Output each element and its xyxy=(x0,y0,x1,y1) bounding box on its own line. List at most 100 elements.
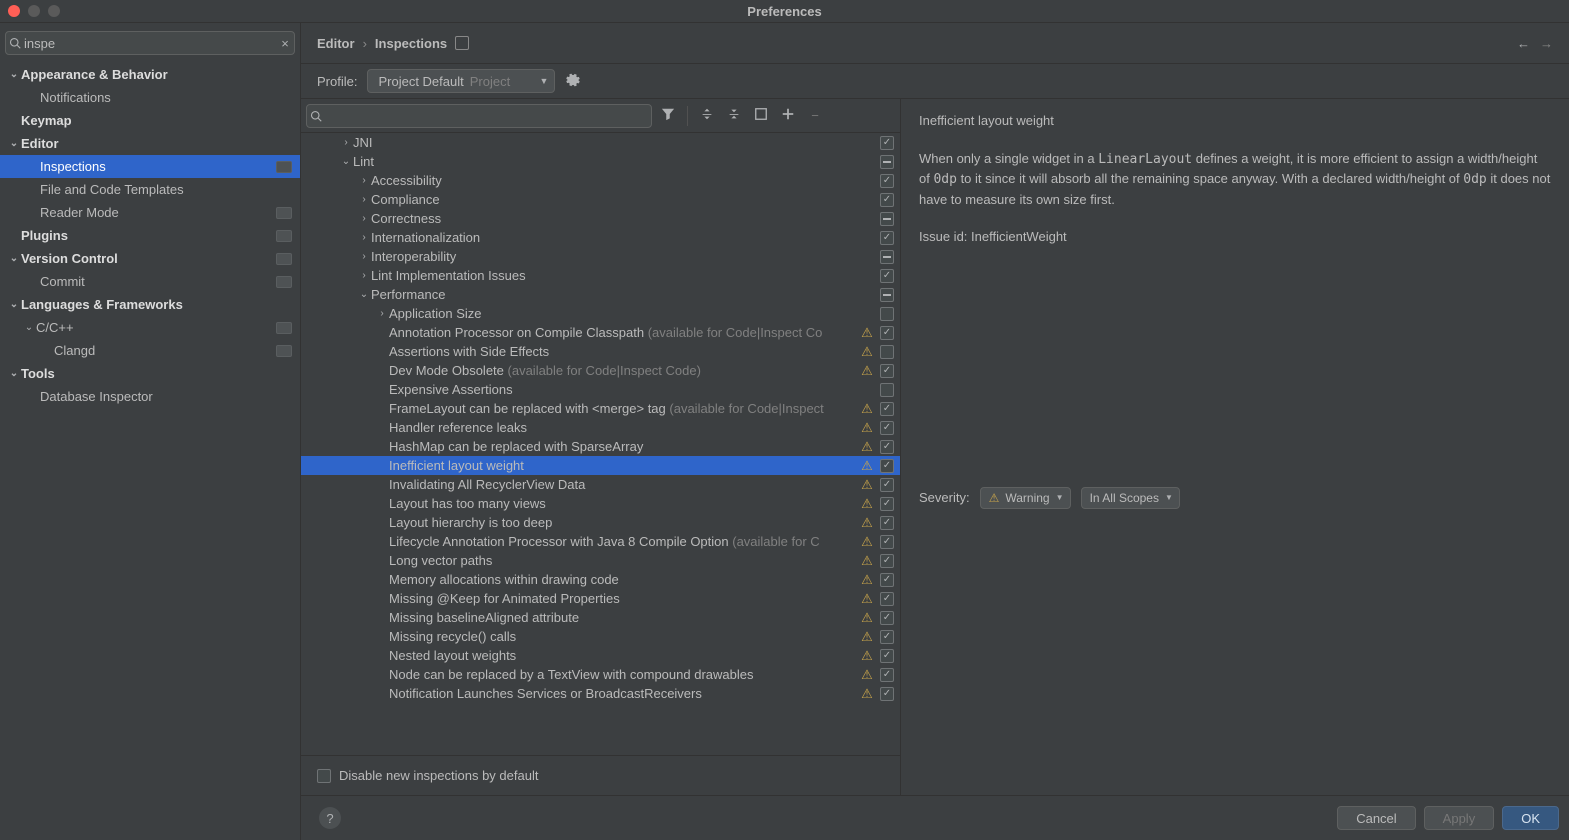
sidebar-item-file-and-code-templates[interactable]: File and Code Templates xyxy=(0,178,300,201)
sidebar-item-languages-frameworks[interactable]: ⌄Languages & Frameworks xyxy=(0,293,300,316)
inspection-checkbox[interactable] xyxy=(880,345,894,359)
inspection-row[interactable]: Notification Launches Services or Broadc… xyxy=(301,684,900,703)
inspection-row[interactable]: Node can be replaced by a TextView with … xyxy=(301,665,900,684)
inspection-checkbox[interactable] xyxy=(880,440,894,454)
nav-back-icon[interactable]: ← xyxy=(1517,36,1530,51)
sidebar-item-database-inspector[interactable]: Database Inspector xyxy=(0,385,300,408)
inspection-row[interactable]: Inefficient layout weight ⚠ xyxy=(301,456,900,475)
inspection-row[interactable]: ›Correctness xyxy=(301,209,900,228)
minimize-window-button[interactable] xyxy=(28,5,40,17)
reset-icon[interactable] xyxy=(455,36,469,50)
inspection-row[interactable]: Assertions with Side Effects ⚠ xyxy=(301,342,900,361)
inspection-checkbox[interactable] xyxy=(880,383,894,397)
help-button[interactable]: ? xyxy=(319,807,341,829)
breadcrumb-parent[interactable]: Editor xyxy=(317,36,355,51)
gear-icon[interactable] xyxy=(565,72,581,91)
inspection-row[interactable]: Long vector paths ⚠ xyxy=(301,551,900,570)
inspection-checkbox[interactable] xyxy=(880,649,894,663)
inspection-checkbox[interactable] xyxy=(880,497,894,511)
inspection-checkbox[interactable] xyxy=(880,231,894,245)
scope-select[interactable]: In All Scopes ▼ xyxy=(1081,487,1180,509)
inspection-row[interactable]: Memory allocations within drawing code ⚠ xyxy=(301,570,900,589)
inspection-row[interactable]: Nested layout weights ⚠ xyxy=(301,646,900,665)
disable-new-checkbox[interactable] xyxy=(317,769,331,783)
inspection-row[interactable]: Layout hierarchy is too deep ⚠ xyxy=(301,513,900,532)
inspection-checkbox[interactable] xyxy=(880,592,894,606)
inspection-checkbox[interactable] xyxy=(880,516,894,530)
sidebar-item-keymap[interactable]: ›Keymap xyxy=(0,109,300,132)
sidebar-item-tools[interactable]: ⌄Tools xyxy=(0,362,300,385)
inspection-checkbox[interactable] xyxy=(880,611,894,625)
inspection-row[interactable]: Missing @Keep for Animated Properties ⚠ xyxy=(301,589,900,608)
inspection-checkbox[interactable] xyxy=(880,136,894,150)
inspection-row[interactable]: ›Lint Implementation Issues xyxy=(301,266,900,285)
inspection-row[interactable]: FrameLayout can be replaced with <merge>… xyxy=(301,399,900,418)
inspection-row[interactable]: ›Accessibility xyxy=(301,171,900,190)
expand-all-icon[interactable] xyxy=(699,107,715,124)
inspection-row[interactable]: Missing baselineAligned attribute ⚠ xyxy=(301,608,900,627)
inspection-checkbox[interactable] xyxy=(880,174,894,188)
sidebar-item-c-c-[interactable]: ⌄C/C++ xyxy=(0,316,300,339)
sidebar-item-plugins[interactable]: ›Plugins xyxy=(0,224,300,247)
inspection-row[interactable]: Missing recycle() calls ⚠ xyxy=(301,627,900,646)
inspection-row[interactable]: Expensive Assertions xyxy=(301,380,900,399)
inspection-checkbox[interactable] xyxy=(880,535,894,549)
inspection-row[interactable]: ⌄Lint xyxy=(301,152,900,171)
filter-icon[interactable] xyxy=(660,107,676,124)
inspection-search-input[interactable] xyxy=(325,108,651,123)
inspection-row[interactable]: Invalidating All RecyclerView Data ⚠ xyxy=(301,475,900,494)
inspection-checkbox[interactable] xyxy=(880,212,894,226)
clear-search-icon[interactable]: × xyxy=(276,36,294,51)
sidebar-item-editor[interactable]: ⌄Editor xyxy=(0,132,300,155)
inspection-checkbox[interactable] xyxy=(880,326,894,340)
inspection-row[interactable]: Handler reference leaks ⚠ xyxy=(301,418,900,437)
expand-arrow-icon[interactable]: › xyxy=(357,194,371,205)
expand-arrow-icon[interactable]: › xyxy=(357,213,371,224)
expand-arrow-icon[interactable]: ⌄ xyxy=(357,289,371,300)
inspection-row[interactable]: Annotation Processor on Compile Classpat… xyxy=(301,323,900,342)
inspection-checkbox[interactable] xyxy=(880,478,894,492)
expand-arrow-icon[interactable]: › xyxy=(357,232,371,243)
expand-arrow-icon[interactable]: › xyxy=(357,175,371,186)
sidebar-search-input[interactable] xyxy=(24,36,276,51)
sidebar-item-notifications[interactable]: Notifications xyxy=(0,86,300,109)
inspection-checkbox[interactable] xyxy=(880,421,894,435)
remove-icon[interactable]: − xyxy=(807,108,823,123)
inspection-row[interactable]: Dev Mode Obsolete (available for Code|In… xyxy=(301,361,900,380)
expand-arrow-icon[interactable]: › xyxy=(357,251,371,262)
sidebar-item-appearance-behavior[interactable]: ⌄Appearance & Behavior xyxy=(0,63,300,86)
inspection-row[interactable]: ›Compliance xyxy=(301,190,900,209)
inspection-checkbox[interactable] xyxy=(880,155,894,169)
inspection-row[interactable]: ›Interoperability xyxy=(301,247,900,266)
inspection-checkbox[interactable] xyxy=(880,630,894,644)
inspection-checkbox[interactable] xyxy=(880,250,894,264)
inspection-checkbox[interactable] xyxy=(880,402,894,416)
inspections-tree[interactable]: ›JNI ⌄Lint ›Accessibility ›Compliance ›C… xyxy=(301,133,900,755)
inspection-search[interactable] xyxy=(306,104,652,128)
inspection-checkbox[interactable] xyxy=(880,554,894,568)
inspection-checkbox[interactable] xyxy=(880,687,894,701)
inspection-row[interactable]: Lifecycle Annotation Processor with Java… xyxy=(301,532,900,551)
inspection-checkbox[interactable] xyxy=(880,668,894,682)
inspection-row[interactable]: HashMap can be replaced with SparseArray… xyxy=(301,437,900,456)
inspection-row[interactable]: ⌄Performance xyxy=(301,285,900,304)
inspection-row[interactable]: Layout has too many views ⚠ xyxy=(301,494,900,513)
cancel-button[interactable]: Cancel xyxy=(1337,806,1415,830)
expand-arrow-icon[interactable]: ⌄ xyxy=(339,156,353,167)
expand-arrow-icon[interactable]: › xyxy=(375,308,389,319)
inspection-checkbox[interactable] xyxy=(880,288,894,302)
inspection-checkbox[interactable] xyxy=(880,573,894,587)
inspection-row[interactable]: ›JNI xyxy=(301,133,900,152)
profile-select[interactable]: Project Default Project ▼ xyxy=(367,69,555,93)
inspection-row[interactable]: ›Internationalization xyxy=(301,228,900,247)
severity-select[interactable]: ⚠ Warning ▼ xyxy=(980,487,1071,509)
expand-arrow-icon[interactable]: › xyxy=(357,270,371,281)
ok-button[interactable]: OK xyxy=(1502,806,1559,830)
inspection-checkbox[interactable] xyxy=(880,307,894,321)
inspection-checkbox[interactable] xyxy=(880,364,894,378)
inspection-checkbox[interactable] xyxy=(880,193,894,207)
sidebar-item-clangd[interactable]: Clangd xyxy=(0,339,300,362)
inspection-row[interactable]: ›Application Size xyxy=(301,304,900,323)
sidebar-item-commit[interactable]: Commit xyxy=(0,270,300,293)
maximize-window-button[interactable] xyxy=(48,5,60,17)
